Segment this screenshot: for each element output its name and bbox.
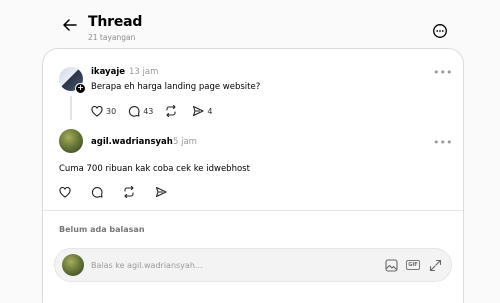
reply-avatar[interactable] xyxy=(59,129,83,153)
more-circle-icon xyxy=(433,24,447,38)
comment-icon xyxy=(129,106,140,117)
comment-icon xyxy=(91,187,103,198)
reply-share-button[interactable] xyxy=(155,186,170,198)
share-button[interactable]: 4 xyxy=(192,105,212,117)
thread-page: Thread 21 tayangan + ikayaje 13 jam ••• … xyxy=(0,0,500,303)
gif-button[interactable]: GIF xyxy=(405,257,421,273)
post-more-button[interactable]: ••• xyxy=(433,66,452,79)
image-icon xyxy=(384,258,398,272)
repost-icon xyxy=(124,186,134,198)
like-count: 30 xyxy=(106,106,117,116)
reply-more-button[interactable]: ••• xyxy=(433,136,452,149)
reply-composer: GIF xyxy=(54,248,452,282)
no-replies-label: Belum ada balasan xyxy=(59,225,145,234)
send-icon xyxy=(193,105,204,117)
expand-button[interactable] xyxy=(427,257,443,273)
post-time: 13 jam xyxy=(129,67,159,77)
divider xyxy=(43,210,463,211)
reply-text: Cuma 700 ribuan kak coba cek ke idwebhos… xyxy=(59,164,250,174)
avatar[interactable]: + xyxy=(59,67,86,94)
page-title: Thread xyxy=(88,14,143,30)
heart-icon xyxy=(59,186,71,198)
comment-button[interactable]: 43 xyxy=(128,105,153,117)
reply-input[interactable] xyxy=(91,249,371,281)
like-button[interactable]: 30 xyxy=(91,105,117,117)
send-icon xyxy=(155,186,167,198)
reply-username[interactable]: agil.wadriansyah xyxy=(91,137,173,147)
gif-icon: GIF xyxy=(406,260,420,270)
avatar xyxy=(62,254,84,276)
view-count: 21 tayangan xyxy=(88,33,136,42)
heart-icon xyxy=(91,105,103,117)
reply-repost-button[interactable] xyxy=(123,186,138,198)
attach-image-button[interactable] xyxy=(383,257,399,273)
more-options-button[interactable] xyxy=(432,23,448,39)
back-button[interactable] xyxy=(60,15,80,35)
repost-icon xyxy=(166,105,176,117)
arrow-left-icon xyxy=(63,19,77,31)
share-count: 4 xyxy=(207,106,213,116)
comment-count: 43 xyxy=(143,106,154,116)
thread-card: + ikayaje 13 jam ••• Berapa eh harga lan… xyxy=(42,48,464,303)
composer-actions: GIF xyxy=(377,257,443,273)
post-username[interactable]: ikayaje xyxy=(91,67,125,77)
thread-line xyxy=(70,96,72,120)
follow-plus-icon[interactable]: + xyxy=(75,83,86,94)
post-actions: 30 43 4 xyxy=(91,105,224,117)
reply-time: 5 jam xyxy=(173,137,197,147)
reply-comment-button[interactable] xyxy=(91,186,106,198)
reply-actions xyxy=(59,186,187,198)
post-text: Berapa eh harga landing page website? xyxy=(91,82,261,92)
reply-like-button[interactable] xyxy=(59,186,74,198)
repost-button[interactable] xyxy=(165,105,180,117)
expand-icon xyxy=(429,259,441,271)
